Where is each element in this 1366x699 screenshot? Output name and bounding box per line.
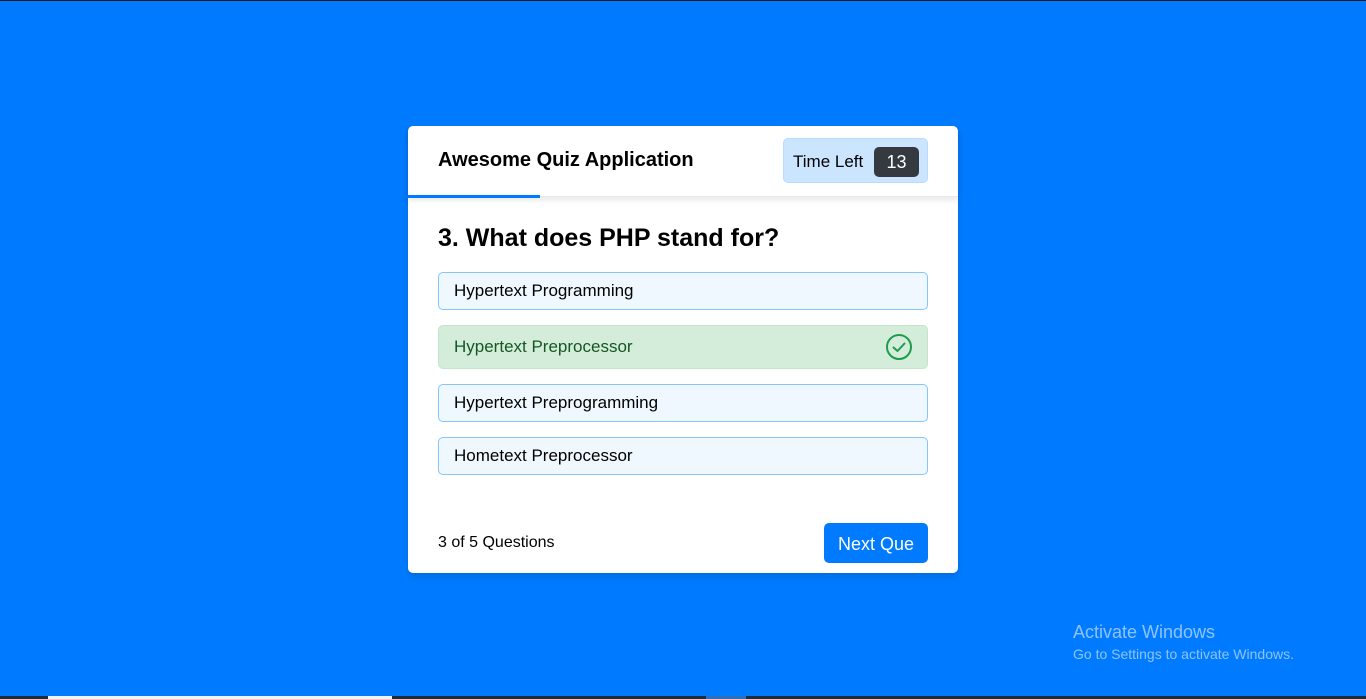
quiz-box: Awesome Quiz Application Time Left 13 3.… [408, 126, 958, 573]
option-label: Hypertext Preprocessor [454, 337, 633, 356]
watermark-title: Activate Windows [1073, 622, 1216, 642]
activate-windows-watermark: Activate Windows Go to Settings to activ… [1073, 621, 1294, 664]
next-question-button[interactable]: Next Que [824, 523, 928, 563]
question-text: 3. What does PHP stand for? [438, 224, 780, 252]
question-counter: 3 of 5 Questions [438, 534, 555, 551]
quiz-footer: 3 of 5 Questions Next Que [438, 523, 928, 563]
option-item-correct[interactable]: Hypertext Preprocessor [438, 325, 928, 369]
window-top-edge [0, 0, 1366, 1]
option-item[interactable]: Hometext Preprocessor [438, 437, 928, 475]
option-label: Hometext Preprocessor [454, 446, 633, 465]
quiz-section: 3. What does PHP stand for? Hypertext Pr… [408, 223, 958, 475]
quiz-header: Awesome Quiz Application Time Left 13 [408, 126, 958, 198]
check-circle-icon [886, 334, 912, 360]
option-label: Hypertext Preprogramming [454, 393, 659, 412]
timer-seconds: 13 [874, 147, 919, 177]
quiz-title: Awesome Quiz Application [438, 149, 694, 171]
option-item[interactable]: Hypertext Programming [438, 272, 928, 310]
timer: Time Left 13 [783, 138, 928, 183]
option-label: Hypertext Programming [454, 281, 634, 300]
option-list: Hypertext Programming Hypertext Preproce… [438, 272, 928, 475]
timer-label: Time Left [793, 152, 864, 171]
watermark-subtitle: Go to Settings to activate Windows. [1073, 646, 1294, 662]
option-item[interactable]: Hypertext Preprogramming [438, 384, 928, 422]
time-line [408, 195, 540, 198]
